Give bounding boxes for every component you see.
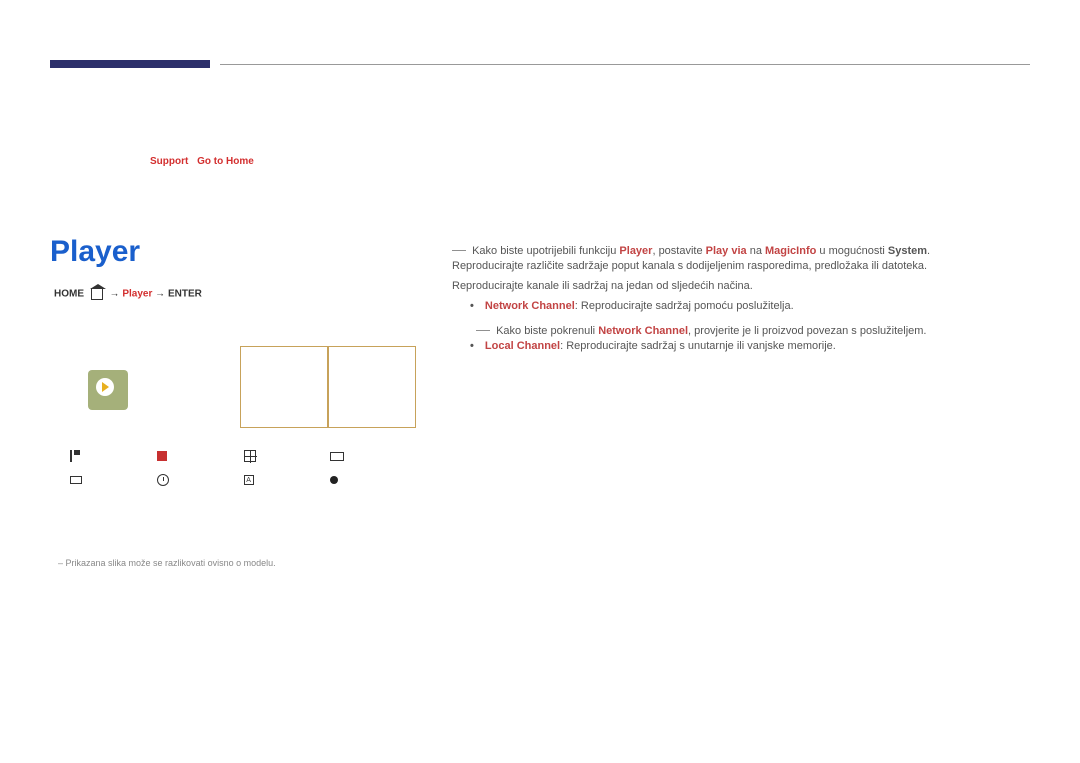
grid-icon [244,450,256,462]
breadcrumb-gotohome: Go to Home [197,156,254,167]
red-square-icon [157,451,167,461]
nav-path: HOME → Player → ENTER [54,288,202,300]
para-lc: • Local Channel: Reproducirajte sadržaj … [470,337,1030,357]
flag-icon [70,450,80,462]
empty-tile-1 [240,346,328,428]
breadcrumb: Support Go to Home [150,156,254,167]
icon-row-2: A [70,474,414,486]
empty-tile-2 [328,346,416,428]
icon-row-1 [70,450,414,462]
player-tile-icon [88,370,128,410]
header-divider [220,64,1030,65]
enter-label: ENTER [168,289,202,300]
footnote: Prikazana slika može se razlikovati ovis… [58,558,276,568]
breadcrumb-support: Support [150,156,188,167]
clock-icon [157,474,169,486]
rect-small-icon [70,476,82,484]
home-label: HOME [54,289,84,300]
path-player: Player [122,289,152,300]
rect-icon [330,452,344,461]
chapter-bar [50,60,210,68]
dot-icon [330,476,338,484]
para-nc: • Network Channel: Reproducirajte sadrža… [470,297,1030,317]
home-icon [91,288,103,300]
para-2: Reproducirajte različite sadržaje poput … [452,257,1032,277]
para-3: Reproducirajte kanale ili sadržaj na jed… [452,277,1032,297]
page-title: Player [50,235,140,269]
a-box-icon: A [244,475,254,485]
